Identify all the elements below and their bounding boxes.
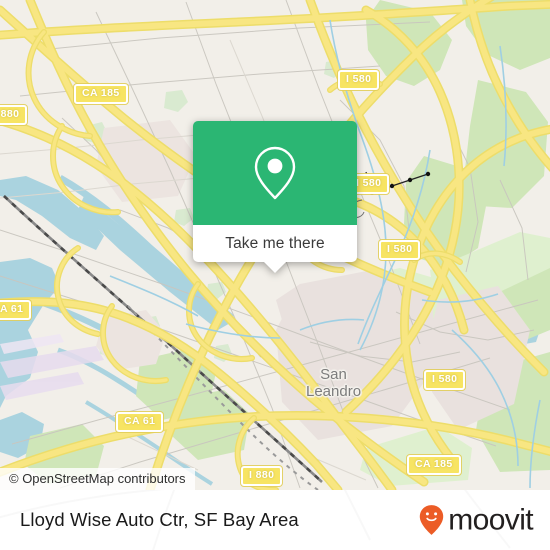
highway-shield-i-580-e: I 580 — [379, 240, 421, 260]
map-canvas[interactable]: CA 185 I 880 I 580 I 580 I 580 I 580 CA … — [0, 0, 550, 490]
city-label-san-leandro: San Leandro — [306, 366, 361, 400]
place-title: Lloyd Wise Auto Ctr, SF Bay Area — [20, 509, 299, 530]
moovit-wordmark: moovit — [448, 503, 533, 536]
city-label-line2: Leandro — [306, 383, 362, 400]
highway-shield-i-580-n: I 580 — [338, 70, 380, 90]
map-attribution[interactable]: © OpenStreetMap contributors — [0, 468, 195, 490]
highway-shield-i-880-w: I 880 — [0, 105, 28, 125]
highway-shield-ca-185-se: CA 185 — [407, 455, 461, 475]
place-popup[interactable]: Take me there — [193, 121, 357, 273]
highway-shield-ca-185-nw: CA 185 — [74, 84, 128, 104]
highway-shield-ca-61-s: CA 61 — [116, 412, 164, 432]
city-label-line1: San — [320, 366, 347, 383]
highway-shield-i-580-s: I 580 — [424, 370, 466, 390]
popup-header — [193, 121, 357, 225]
highway-shield-i-880-s: I 880 — [241, 466, 283, 486]
popup-footer[interactable]: Take me there — [193, 225, 357, 273]
popup-pointer — [263, 261, 287, 273]
moovit-smiley-pin-icon — [420, 505, 444, 535]
map-pin-icon — [254, 146, 296, 200]
take-me-there-label: Take me there — [225, 234, 325, 252]
highway-shield-ca-61-w: CA 61 — [0, 300, 32, 320]
map-page: CA 185 I 880 I 580 I 580 I 580 I 580 CA … — [0, 0, 550, 550]
page-footer: Lloyd Wise Auto Ctr, SF Bay Area moovit — [0, 490, 550, 550]
moovit-logo[interactable]: moovit — [419, 503, 534, 536]
